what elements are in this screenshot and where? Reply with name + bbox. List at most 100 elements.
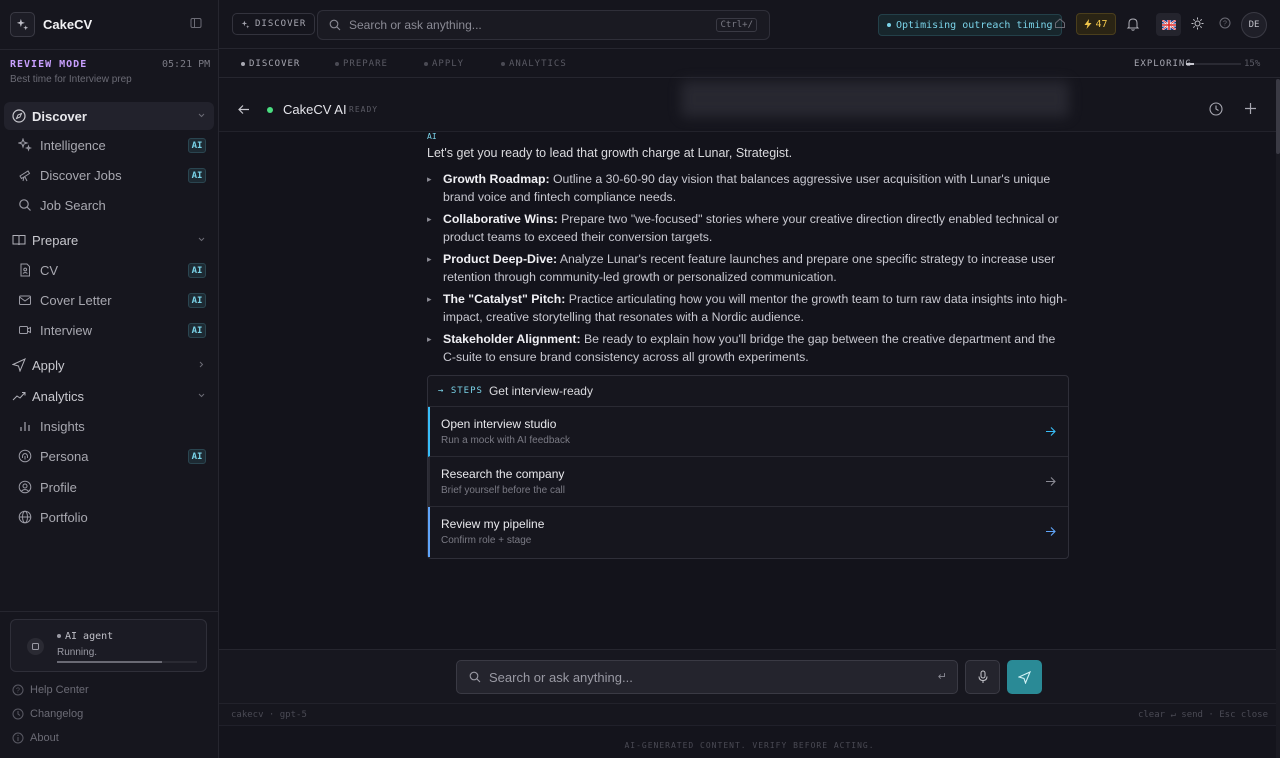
step-research-company[interactable]: Research the company Brief yourself befo… — [428, 457, 1068, 507]
document-icon — [18, 263, 32, 277]
nav-group-label: Analytics — [32, 388, 85, 404]
nav-group-prepare[interactable]: Prepare — [4, 226, 214, 254]
steps-tag: → STEPS — [438, 386, 483, 396]
changelog-link[interactable]: Changelog — [12, 708, 83, 720]
scrollbar-thumb[interactable] — [1276, 79, 1280, 154]
section-chip[interactable]: DISCOVER — [232, 13, 316, 35]
search-icon — [329, 19, 341, 31]
home-icon[interactable] — [1054, 17, 1069, 32]
chat-state: READY — [349, 105, 379, 114]
step-subtitle: Brief yourself before the call — [441, 485, 565, 496]
sparkle-logo-icon — [10, 12, 35, 37]
book-icon — [12, 233, 26, 247]
avatar[interactable]: DE — [1241, 12, 1267, 38]
ai-badge: AI — [188, 323, 206, 338]
telescope-icon — [18, 168, 32, 182]
step-open-interview-studio[interactable]: Open interview studio Run a mock with AI… — [428, 407, 1068, 457]
help-icon[interactable]: ? — [1219, 17, 1234, 32]
about-link[interactable]: About — [12, 732, 59, 744]
sidebar-toggle-icon[interactable] — [190, 17, 206, 33]
chevron-down-icon — [197, 111, 206, 120]
tab-analytics[interactable]: ANALYTICS — [501, 59, 567, 69]
divider — [0, 49, 219, 50]
ai-agent-card[interactable]: AI agent Running. — [10, 619, 207, 672]
nav-group-label: Prepare — [32, 232, 79, 248]
sidebar-item-cover-letter[interactable]: Cover Letter AI — [4, 286, 214, 314]
back-arrow-icon[interactable] — [237, 103, 250, 116]
nav-group-discover[interactable]: Discover — [4, 102, 214, 130]
step-subtitle: Confirm role + stage — [441, 535, 532, 546]
sidebar-item-intelligence[interactable]: Intelligence AI — [4, 131, 214, 159]
help-icon: ? — [12, 684, 24, 696]
tab-apply[interactable]: APPLY — [424, 59, 464, 69]
mode-subtitle: Best time for Interview prep — [10, 74, 132, 85]
sidebar-item-label: Discover Jobs — [40, 167, 122, 183]
sidebar-item-profile[interactable]: Profile — [4, 473, 214, 501]
history-icon — [12, 708, 24, 720]
message-bullets: Growth Roadmap: Outline a 30-60-90 day v… — [427, 170, 1069, 370]
enter-key-icon: ↵ — [937, 671, 947, 683]
sidebar-item-interview[interactable]: Interview AI — [4, 316, 214, 344]
send-icon — [12, 358, 26, 372]
sidebar-item-persona[interactable]: Persona AI — [4, 442, 214, 470]
chat-input[interactable]: Search or ask anything... ↵ — [456, 660, 958, 694]
steps-card: → STEPS Get interview-ready Open intervi… — [427, 375, 1069, 559]
sidebar-item-cv[interactable]: CV AI — [4, 256, 214, 284]
sidebar-item-portfolio[interactable]: Portfolio — [4, 503, 214, 531]
steps-header: → STEPS Get interview-ready — [428, 376, 1068, 407]
sidebar-item-label: Intelligence — [40, 137, 106, 153]
brand[interactable]: CakeCV — [10, 12, 92, 37]
nav-group-analytics[interactable]: Analytics — [4, 382, 214, 410]
agent-title: AI agent — [57, 631, 113, 642]
sun-icon[interactable] — [1191, 17, 1206, 32]
arrow-right-icon — [1045, 426, 1056, 437]
sidebar-item-label: Insights — [40, 418, 85, 434]
microphone-icon — [977, 670, 989, 684]
sidebar-item-label: Persona — [40, 448, 89, 464]
credits-badge[interactable]: 47 — [1076, 13, 1116, 35]
divider — [0, 611, 219, 612]
tab-discover[interactable]: DISCOVER — [241, 59, 300, 69]
video-icon — [18, 323, 32, 337]
compass-icon — [12, 109, 26, 123]
journey-tabs: DISCOVER PREPARE APPLY ANALYTICS EXPLORI… — [219, 50, 1280, 78]
exploring-progress — [1186, 63, 1241, 65]
sidebar-item-discover-jobs[interactable]: Discover Jobs AI — [4, 161, 214, 189]
scrollbar[interactable] — [1276, 79, 1280, 758]
send-button[interactable] — [1007, 660, 1042, 694]
status-pill: Optimising outreach timing — [878, 14, 1062, 36]
global-search-input[interactable]: Search or ask anything... Ctrl+/ — [317, 10, 770, 40]
agent-progress — [57, 661, 197, 663]
sidebar-item-label: Job Search — [40, 197, 106, 213]
chevron-right-icon — [197, 360, 206, 369]
plus-icon[interactable] — [1244, 102, 1257, 115]
history-icon[interactable] — [1209, 102, 1223, 116]
sparkles-icon — [18, 138, 32, 152]
chevron-down-icon — [197, 391, 206, 400]
ai-badge: AI — [188, 168, 206, 183]
sidebar: CakeCV REVIEW MODE 05:21 PM Best time fo… — [0, 0, 219, 758]
sidebar-item-job-search[interactable]: Job Search — [4, 191, 214, 219]
sidebar-item-label: CV — [40, 262, 59, 278]
nav-group-apply[interactable]: Apply — [4, 351, 214, 379]
language-flag-icon[interactable] — [1156, 13, 1181, 36]
tab-prepare[interactable]: PREPARE — [335, 59, 388, 69]
ai-badge: AI — [188, 449, 206, 464]
step-review-pipeline[interactable]: Review my pipeline Confirm role + stage — [428, 507, 1068, 557]
model-info: cakecv · gpt-5 — [231, 710, 307, 720]
chat-title: CakeCV AI — [283, 102, 347, 117]
exploring-label: EXPLORING — [1134, 59, 1192, 69]
live-status-dot — [267, 107, 273, 113]
top-bar: DISCOVER Search or ask anything... Ctrl+… — [219, 0, 1280, 49]
list-item: Stakeholder Alignment: Be ready to expla… — [427, 330, 1069, 366]
sidebar-item-insights[interactable]: Insights — [4, 412, 214, 440]
arrow-right-icon — [1045, 476, 1056, 487]
list-item: The "Catalyst" Pitch: Practice articulat… — [427, 290, 1069, 326]
search-placeholder: Search or ask anything... — [349, 18, 482, 32]
user-circle-icon — [18, 480, 32, 494]
microphone-button[interactable] — [965, 660, 1000, 694]
bell-icon[interactable] — [1125, 16, 1140, 31]
composer: Search or ask anything... ↵ — [219, 649, 1280, 703]
help-center-link[interactable]: ? Help Center — [12, 684, 89, 696]
bar-chart-icon — [18, 419, 32, 433]
